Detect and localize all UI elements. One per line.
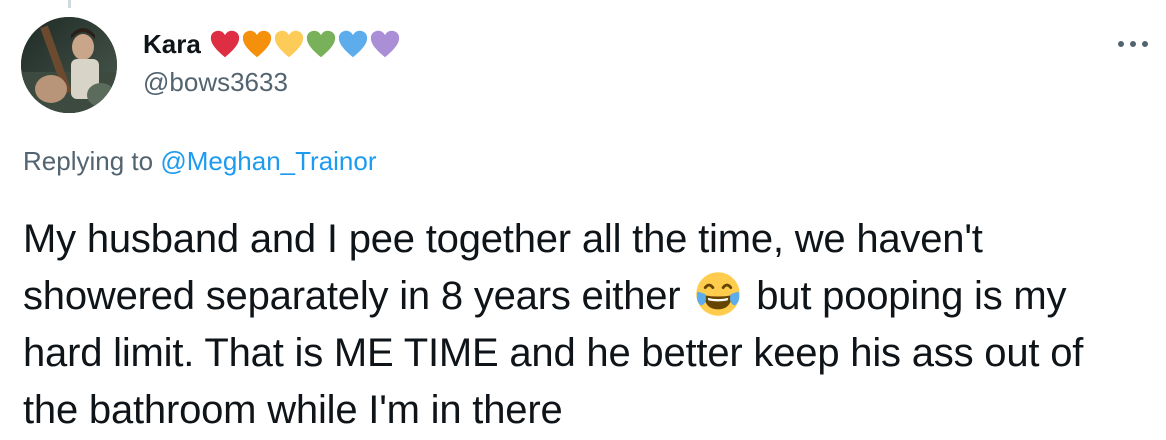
more-options-button[interactable]: [1113, 32, 1153, 56]
face-with-tears-of-joy-icon: [696, 272, 741, 316]
avatar[interactable]: [21, 17, 117, 113]
reply-context-prefix: Replying to: [23, 146, 154, 176]
more-horizontal-icon: [1118, 41, 1148, 47]
author-handle[interactable]: @bows3633: [143, 67, 288, 98]
yellow-heart-icon: [274, 30, 303, 58]
author-name-row[interactable]: Kara: [143, 28, 401, 60]
tweet-text: My husband and I pee together all the ti…: [23, 211, 1143, 439]
reply-context: Replying to @Meghan_Trainor: [23, 146, 377, 177]
orange-heart-icon: [242, 30, 271, 58]
red-heart-icon: [210, 30, 239, 58]
thread-connector-line: [68, 0, 71, 8]
green-heart-icon: [306, 30, 335, 58]
reply-mention-link[interactable]: @Meghan_Trainor: [160, 146, 376, 176]
author-display-name[interactable]: Kara: [143, 29, 201, 60]
name-emoji-group: [209, 29, 401, 59]
purple-heart-icon: [370, 30, 399, 58]
blue-heart-icon: [338, 30, 367, 58]
